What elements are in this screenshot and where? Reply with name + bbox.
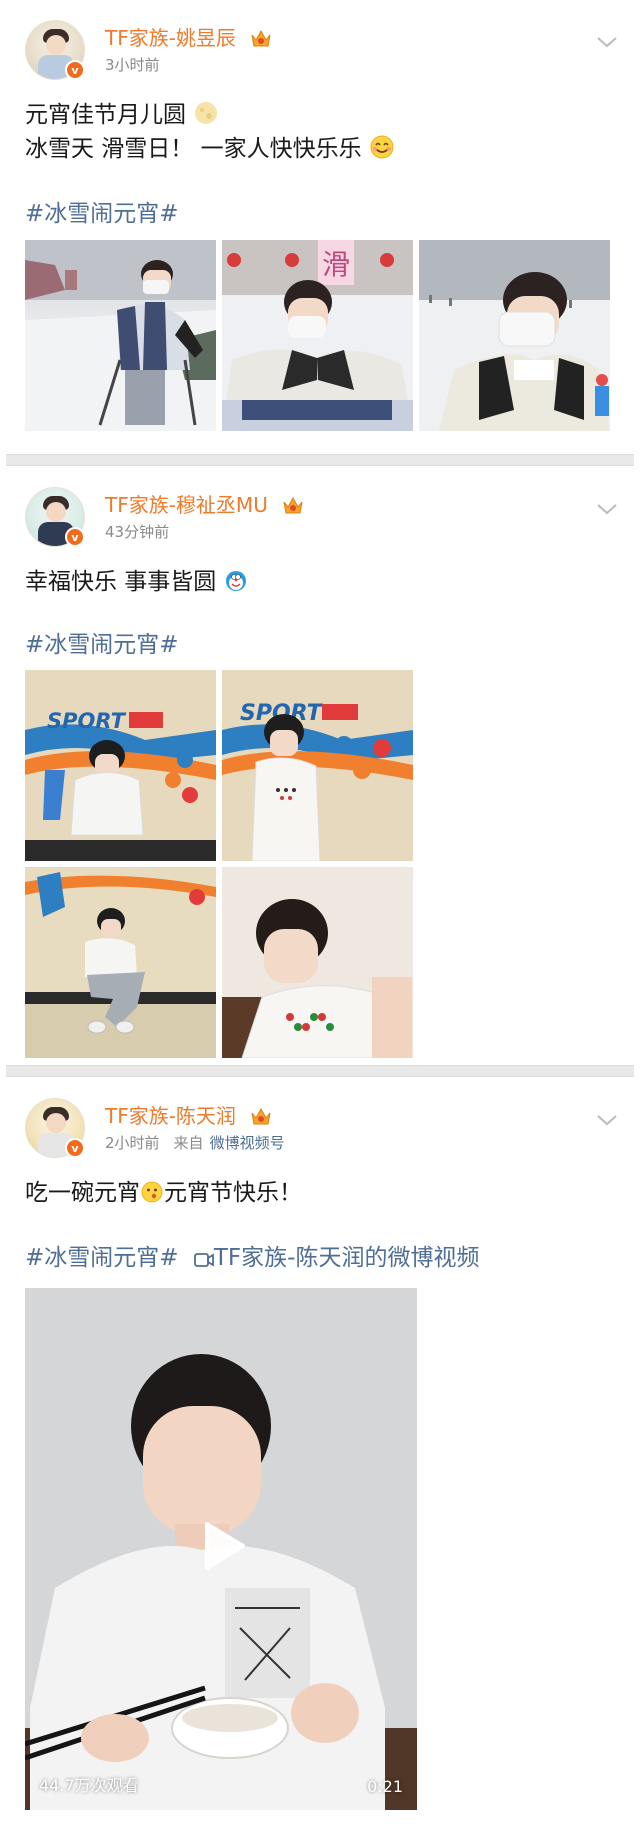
verified-badge-icon: v (65, 60, 85, 80)
moon-emoji-icon (195, 102, 218, 124)
smile-emoji-icon (370, 135, 394, 159)
crown-icon (251, 29, 271, 47)
author-name-text[interactable]: TF家族-陈天润 (105, 1104, 236, 1128)
post-separator (6, 1065, 634, 1077)
from-label: 来自 (173, 1134, 204, 1152)
weibo-feed: v TF家族-姚昱辰 3小时前 元宵佳节月儿圆 冰雪天 滑雪日！ 一家人快快乐乐 (0, 0, 640, 1836)
post-header: v TF家族-陈天润 2小时前 来自 微博视频号 (25, 1098, 625, 1168)
post-header: v TF家族-穆祉丞MU 43分钟前 (25, 487, 625, 557)
author-name[interactable]: TF家族-陈天润 (105, 1100, 272, 1129)
post-header: v TF家族-姚昱辰 3小时前 (25, 20, 625, 90)
post-time: 2小时前 (105, 1134, 160, 1152)
chevron-down-icon[interactable] (595, 30, 619, 54)
author-name[interactable]: TF家族-姚昱辰 (105, 22, 272, 51)
post-photo[interactable] (25, 867, 216, 1058)
author-name-text[interactable]: TF家族-穆祉丞MU (105, 493, 268, 517)
hashtag-link[interactable]: #冰雪闹元宵# (25, 194, 179, 228)
crown-icon (283, 496, 303, 514)
post-photo[interactable]: SPORT (25, 670, 216, 861)
play-icon[interactable] (201, 1520, 247, 1572)
view-count: 44.7万次观看 (39, 1776, 139, 1795)
post-text: 元宵佳节月儿圆 (25, 98, 219, 132)
verified-badge-icon: v (65, 1138, 85, 1158)
svg-text:滑: 滑 (322, 248, 350, 281)
doraemon-emoji-icon (225, 571, 246, 591)
post-separator (6, 454, 634, 466)
post-photo[interactable] (25, 240, 216, 431)
hashtag-row: #冰雪闹元宵# TF家族-陈天润的微博视频 (25, 1238, 479, 1272)
post-photo[interactable] (222, 867, 413, 1058)
post-text: 吃一碗元宵 元宵节快乐！ (25, 1180, 302, 1206)
hashtag-link[interactable]: #冰雪闹元宵# (25, 625, 179, 659)
verified-badge-icon: v (65, 527, 85, 547)
svg-text:SPORT: SPORT (47, 709, 127, 733)
post-time: 43分钟前 (105, 523, 170, 541)
post-meta: 2小时前 来自 微博视频号 (105, 1132, 285, 1153)
chevron-down-icon[interactable] (595, 497, 619, 521)
crown-icon (251, 1107, 271, 1125)
author-name-text[interactable]: TF家族-姚昱辰 (105, 26, 236, 50)
author-name[interactable]: TF家族-穆祉丞MU (105, 489, 304, 518)
hashtag-link[interactable]: #冰雪闹元宵# (25, 1245, 179, 1271)
source-link[interactable]: 微博视频号 (210, 1134, 285, 1152)
post-photo[interactable] (419, 240, 610, 431)
post-text: 冰雪天 滑雪日！ 一家人快快乐乐 (25, 132, 395, 166)
post-time: 3小时前 (105, 56, 160, 74)
video-duration: 0:21 (367, 1777, 403, 1796)
post-photo[interactable]: SPORT (222, 670, 413, 861)
surprised-emoji-icon (141, 1181, 163, 1203)
video-link-icon (193, 1253, 214, 1267)
post-card: v TF家族-陈天润 2小时前 来自 微博视频号 吃一碗元宵 元宵节快乐！ #冰… (0, 1098, 640, 1836)
chevron-down-icon[interactable] (595, 1108, 619, 1132)
video-link[interactable]: TF家族-陈天润的微博视频 (193, 1245, 479, 1271)
video-player[interactable]: 44.7万次观看 0:21 (25, 1288, 417, 1810)
post-photo[interactable]: 滑 (222, 240, 413, 431)
post-card: v TF家族-穆祉丞MU 43分钟前 幸福快乐 事事皆圆 #冰雪闹元宵# SPO… (0, 487, 640, 1065)
post-card: v TF家族-姚昱辰 3小时前 元宵佳节月儿圆 冰雪天 滑雪日！ 一家人快快乐乐 (0, 20, 640, 454)
post-text: 幸福快乐 事事皆圆 (25, 565, 248, 599)
